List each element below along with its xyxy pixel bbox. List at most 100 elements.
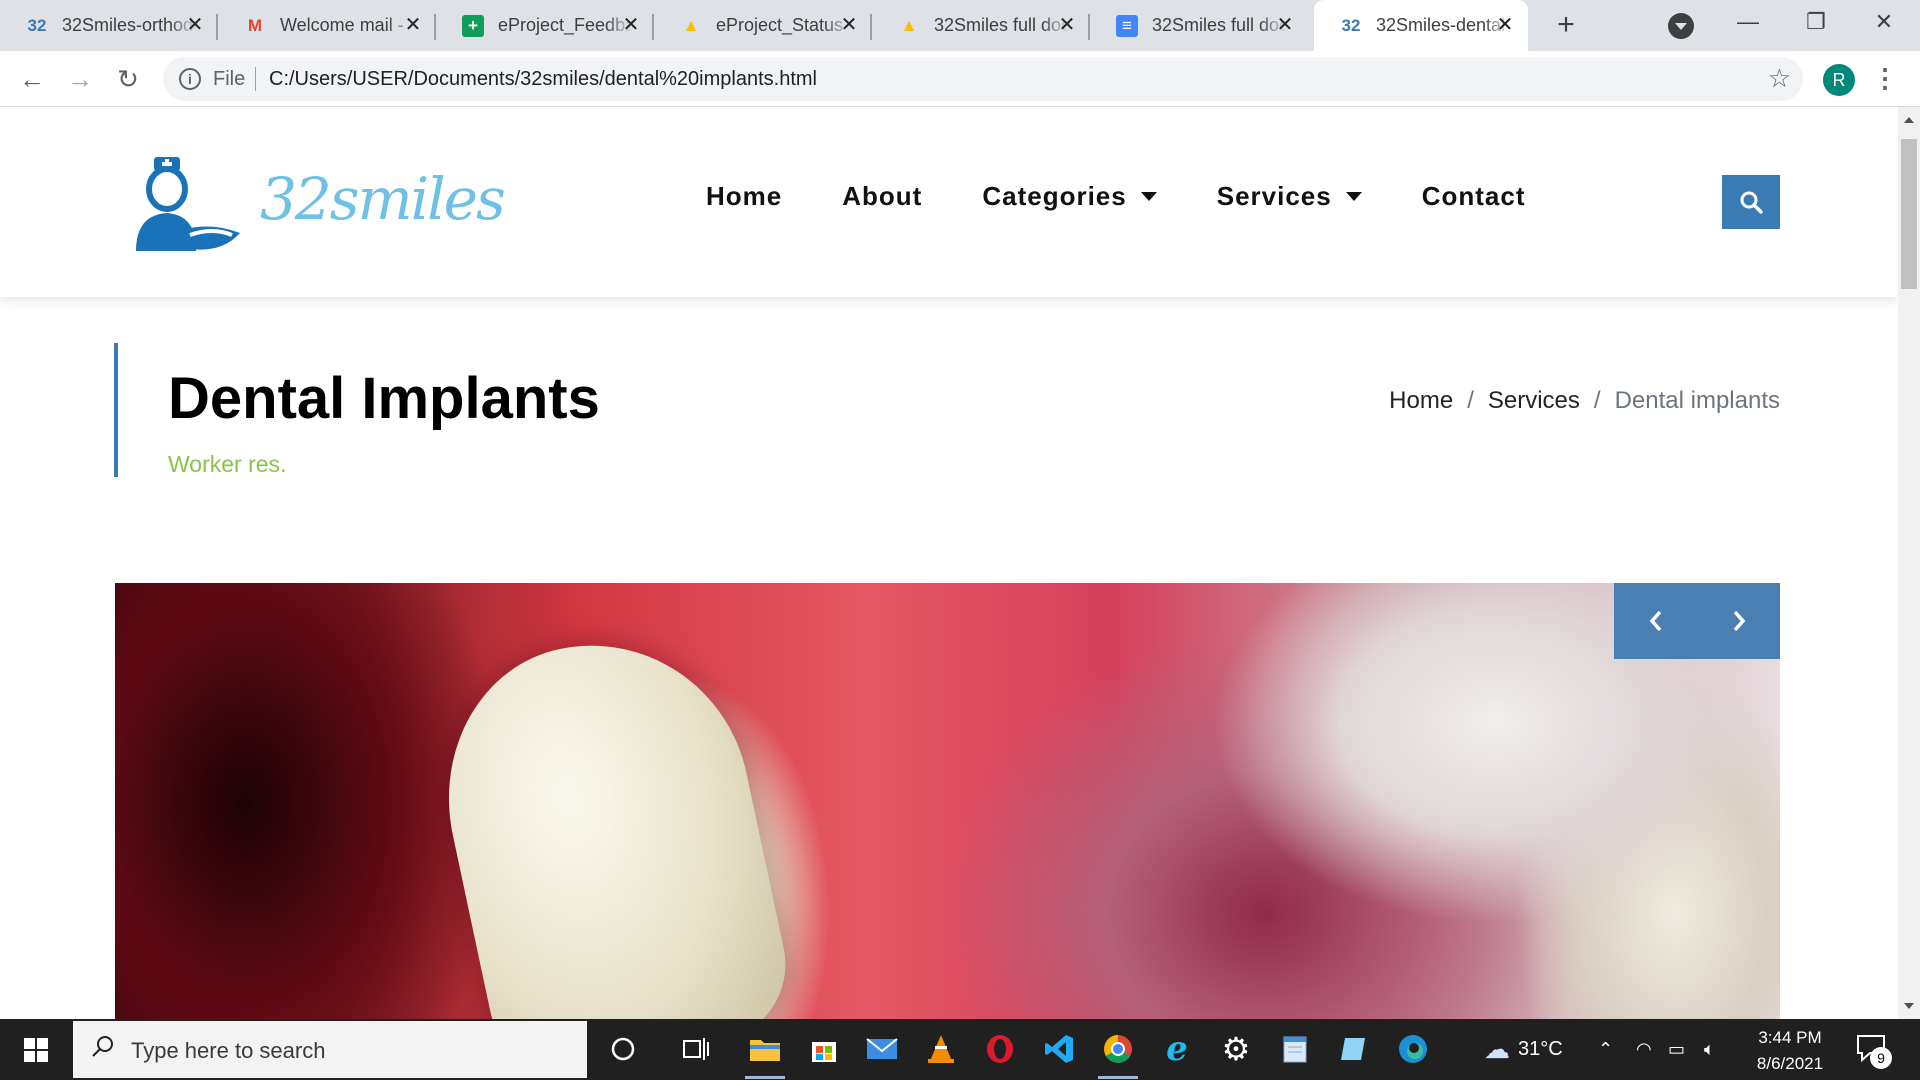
close-tab-icon[interactable]: ✕ <box>184 14 206 36</box>
page-title: Dental Implants <box>168 366 600 431</box>
clock-time: 3:44 PM <box>1758 1028 1822 1047</box>
close-tab-icon[interactable]: ✕ <box>620 14 642 36</box>
internet-explorer-icon[interactable]: e <box>1157 1029 1197 1069</box>
browser-tab-active[interactable]: 32 32Smiles-dental ✕ <box>1314 0 1528 51</box>
breadcrumb-home[interactable]: Home <box>1389 387 1453 415</box>
chrome-icon[interactable] <box>1098 1029 1138 1079</box>
show-hidden-icons[interactable]: ⌃ <box>1598 1019 1613 1080</box>
browser-tab[interactable]: 32 32Smiles-orthodontics ✕ <box>0 0 218 51</box>
vlc-icon[interactable] <box>921 1029 961 1069</box>
browser-tab-strip: 32 32Smiles-orthodontics ✕ M Welcome mai… <box>0 0 1920 51</box>
browser-tab[interactable]: + eProject_Feedback ✕ <box>436 0 654 51</box>
taskbar-clock[interactable]: 3:44 PM 8/6/2021 <box>1738 1025 1842 1077</box>
nav-about[interactable]: About <box>842 181 922 212</box>
notification-count-badge: 9 <box>1870 1047 1892 1069</box>
back-arrow-icon[interactable]: ← <box>14 61 50 97</box>
browser-menu-icon[interactable]: ⋮ <box>1872 63 1898 95</box>
vscode-icon[interactable] <box>1039 1029 1079 1069</box>
windows-start-icon[interactable] <box>12 1029 60 1071</box>
task-view-icon[interactable] <box>676 1029 716 1069</box>
sticky-notes-icon[interactable] <box>1334 1029 1374 1069</box>
file-explorer-icon[interactable] <box>745 1029 785 1079</box>
tab-search-icon[interactable] <box>1668 13 1694 39</box>
wifi-icon[interactable]: ◠ <box>1636 1019 1652 1080</box>
minimize-icon[interactable]: — <box>1720 0 1776 44</box>
nav-label: Home <box>706 181 783 211</box>
dental-implant-image <box>419 616 801 1019</box>
page-scrollbar[interactable] <box>1898 107 1920 1019</box>
drive-icon: ▲ <box>682 15 700 35</box>
new-tab-button[interactable]: + <box>1548 8 1584 44</box>
omnibox-divider <box>255 67 256 91</box>
windows-taskbar: Type here to search e ⚙ ☁ 31°C ⌃ ◠ ▭ 🔈︎ … <box>0 1019 1920 1080</box>
browser-tab[interactable]: M Welcome mail - ✕ <box>218 0 436 51</box>
scroll-up-icon[interactable] <box>1904 117 1914 123</box>
nav-label: Categories <box>982 181 1127 211</box>
nav-label: Services <box>1216 181 1332 211</box>
search-icon <box>1740 191 1763 214</box>
close-tab-icon[interactable]: ✕ <box>1274 14 1296 36</box>
bookmark-star-icon[interactable]: ☆ <box>1768 63 1791 94</box>
notepad-icon[interactable] <box>1275 1029 1315 1069</box>
taskbar-search-box[interactable]: Type here to search <box>73 1021 587 1078</box>
close-tab-icon[interactable]: ✕ <box>838 14 860 36</box>
site-search-button[interactable] <box>1722 175 1780 229</box>
slider-next-button[interactable] <box>1697 583 1780 659</box>
sheets-icon: + <box>462 14 484 37</box>
logo-text: 32smiles <box>260 165 506 233</box>
url-scheme-label: File <box>213 68 246 90</box>
close-tab-icon[interactable]: ✕ <box>1494 14 1516 36</box>
address-bar[interactable]: i File C:/Users/USER/Documents/32smiles/… <box>163 57 1803 101</box>
gmail-icon: M <box>247 15 263 35</box>
browser-tab[interactable]: ≡ 32Smiles full docs ✕ <box>1090 0 1308 51</box>
nav-services[interactable]: Services <box>1217 181 1362 212</box>
close-tab-icon[interactable]: ✕ <box>402 14 424 36</box>
docs-icon: ≡ <box>1116 14 1138 37</box>
cloud-icon: ☁ <box>1484 1034 1510 1064</box>
info-icon[interactable]: i <box>179 68 201 90</box>
taskbar-search-placeholder: Type here to search <box>131 1038 326 1063</box>
weather-widget[interactable]: ☁ 31°C <box>1484 1019 1563 1080</box>
reload-icon[interactable]: ↻ <box>110 61 146 97</box>
browser-tab[interactable]: ▲ 32Smiles full docs ✕ <box>872 0 1090 51</box>
nav-label: About <box>842 181 923 211</box>
notification-center-icon[interactable]: 9 <box>1856 1033 1892 1069</box>
scroll-down-icon[interactable] <box>1904 1003 1914 1009</box>
mail-icon[interactable] <box>862 1029 902 1069</box>
caret-down-icon <box>1345 192 1362 201</box>
breadcrumb: Home / Services / Dental implants <box>1389 387 1780 415</box>
opera-icon[interactable] <box>980 1029 1020 1069</box>
settings-gear-icon[interactable]: ⚙ <box>1216 1029 1256 1069</box>
volume-icon[interactable]: 🔈︎ <box>1704 1019 1715 1080</box>
slider-controls <box>1614 583 1780 659</box>
browser-toolbar: ← → ↻ i File C:/Users/USER/Documents/32s… <box>0 51 1920 107</box>
profile-avatar[interactable]: R <box>1823 64 1855 96</box>
site-logo[interactable]: 32smiles <box>132 155 506 255</box>
breadcrumb-services[interactable]: Services <box>1488 387 1580 415</box>
edge-icon[interactable] <box>1393 1029 1433 1069</box>
nav-contact[interactable]: Contact <box>1422 181 1526 212</box>
battery-icon[interactable]: ▭ <box>1668 1019 1685 1080</box>
slider-prev-button[interactable] <box>1614 583 1697 659</box>
microsoft-store-icon[interactable] <box>804 1029 844 1069</box>
tab-title: 32Smiles-orthodontics <box>62 15 197 35</box>
search-icon <box>92 1036 113 1057</box>
url-text[interactable]: C:/Users/USER/Documents/32smiles/dental%… <box>269 68 817 91</box>
nav-categories[interactable]: Categories <box>982 181 1157 212</box>
page-title-bar: Dental Implants Worker res. Home / Servi… <box>114 343 1780 477</box>
breadcrumb-current: Dental implants <box>1614 387 1780 414</box>
tab-title: 32Smiles full docs <box>934 15 1069 35</box>
cortana-icon[interactable] <box>603 1029 643 1069</box>
scrollbar-thumb[interactable] <box>1901 139 1917 289</box>
nav-home[interactable]: Home <box>706 181 782 212</box>
site-header: 32smiles Home About Categories Services … <box>0 107 1898 297</box>
image-slider[interactable] <box>115 583 1780 1019</box>
site-favicon-icon: 32 <box>1341 15 1361 35</box>
forward-arrow-icon[interactable]: → <box>62 61 98 97</box>
breadcrumb-separator: / <box>1467 387 1474 414</box>
page-viewport: 32smiles Home About Categories Services … <box>0 107 1898 1019</box>
close-window-icon[interactable]: ✕ <box>1856 0 1912 44</box>
close-tab-icon[interactable]: ✕ <box>1056 14 1078 36</box>
browser-tab[interactable]: ▲ eProject_Status ✕ <box>654 0 872 51</box>
restore-icon[interactable]: ❐ <box>1788 0 1844 44</box>
